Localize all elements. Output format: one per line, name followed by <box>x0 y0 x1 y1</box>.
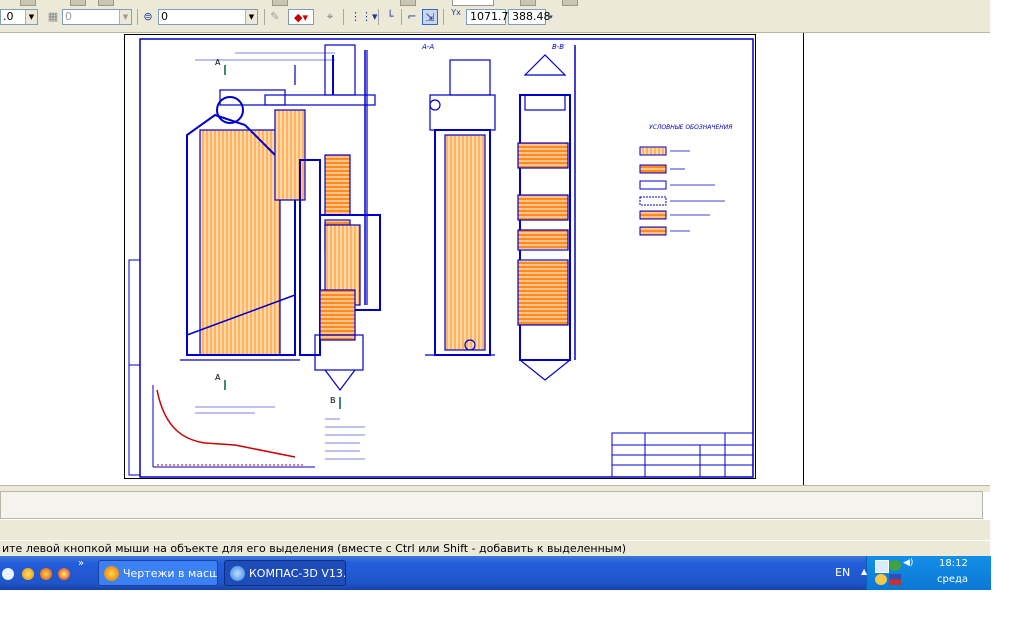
ortho-icon[interactable]: └ <box>382 9 398 25</box>
toolbar-overflow-icon[interactable]: ▾ <box>547 9 555 25</box>
flag-icon[interactable] <box>889 574 901 585</box>
task-button-drawings[interactable]: Чертежи в масш... <box>98 560 218 586</box>
color-picker-icon[interactable]: ◆▾ <box>288 9 314 25</box>
style-value: 0 <box>161 10 168 23</box>
task-button-kompas[interactable]: КОМПАС-3D V13... <box>224 560 346 586</box>
toolbar-button[interactable] <box>562 0 578 6</box>
quicklaunch-more[interactable]: » <box>78 558 84 569</box>
tray-app-icon[interactable] <box>875 574 887 585</box>
toolbar-button[interactable] <box>520 0 536 6</box>
clock-time[interactable]: 18:12 <box>939 558 968 569</box>
grid-icon[interactable]: ⋮⋮▾ <box>350 9 378 25</box>
section-bb-label: B-B <box>552 43 564 51</box>
section-mark-a-top: A <box>215 58 221 67</box>
layer-icon[interactable]: ▦ <box>45 9 61 25</box>
clock-day: среда <box>937 574 969 585</box>
filter-icon[interactable]: ⌖ <box>322 9 338 25</box>
local-cs-icon[interactable]: ⇲ <box>422 9 438 25</box>
section-aa-view: A-A <box>421 43 496 356</box>
status-icon[interactable] <box>889 560 901 571</box>
coordinate-x-field[interactable]: 1071.7 <box>466 9 509 25</box>
toolbar-button[interactable] <box>20 0 36 6</box>
start-icon[interactable] <box>2 568 14 580</box>
legend-title: УСЛОВНЫЕ ОБОЗНАЧЕНИЯ <box>649 124 732 131</box>
chevron-down-icon[interactable]: ▼ <box>119 10 131 24</box>
style-combo[interactable]: 0 ▼ <box>158 9 258 25</box>
language-indicator[interactable]: EN <box>835 566 850 579</box>
network-icon[interactable] <box>875 560 889 573</box>
firefox-icon[interactable] <box>40 568 52 580</box>
separator <box>343 9 344 25</box>
taskbar: » Чертежи в масш... КОМПАС-3D V13... EN … <box>0 556 991 590</box>
toolbar-button[interactable] <box>400 0 416 6</box>
toolbar-field[interactable] <box>452 0 494 6</box>
separator <box>264 9 265 25</box>
separator <box>378 9 379 25</box>
section-mark-a-bottom: A <box>215 373 221 382</box>
chevron-down-icon[interactable]: ▼ <box>25 10 37 24</box>
browser-icon[interactable] <box>58 568 70 580</box>
task-label: КОМПАС-3D V13... <box>249 567 346 580</box>
coordinates-icon: Yx <box>451 8 461 17</box>
snap-icon[interactable]: ⌐ <box>404 9 420 25</box>
panel-spacer <box>0 520 990 540</box>
task-label: Чертежи в масш... <box>123 567 217 580</box>
viewport-divider <box>803 33 804 485</box>
main-elevation-view <box>180 44 381 391</box>
layer-value: 0 <box>65 10 72 23</box>
toolbar-button[interactable] <box>98 0 114 6</box>
separator <box>443 9 444 25</box>
status-bar: ите левой кнопкой мыши на объекте для ег… <box>0 540 990 556</box>
kompas-icon <box>230 566 245 581</box>
separator <box>401 9 402 25</box>
line-width-value: .0 <box>3 10 14 23</box>
toolbar-button[interactable] <box>272 0 288 6</box>
drawing-sheet[interactable]: A-A B-B УСЛОВНЫЕ ОБОЗНАЧЕНИЯ A A B <box>124 34 756 479</box>
toolbar-button[interactable] <box>70 0 86 6</box>
chevron-up-icon[interactable]: ▲ <box>861 567 867 576</box>
chevron-down-icon[interactable]: ▼ <box>245 10 257 24</box>
toolbar-top-row <box>0 0 990 6</box>
section-bb-view: B-B <box>517 43 576 381</box>
line-width-combo[interactable]: .0 ▼ <box>0 9 38 25</box>
speaker-icon[interactable]: ◀) <box>903 558 913 568</box>
title-block <box>611 432 754 478</box>
section-aa-label: A-A <box>421 43 434 51</box>
separator <box>137 9 138 25</box>
boiler-drawing: A-A B-B УСЛОВНЫЕ ОБОЗНАЧЕНИЯ A A B <box>128 38 754 478</box>
coordinate-y-field[interactable]: 388.48 <box>508 9 551 25</box>
properties-panel[interactable] <box>0 491 983 519</box>
toolbar: .0 ▼ ▦ 0 ▼ ⊜ 0 ▼ ✎ ◆▾ ⌖ ⋮⋮▾ └ ⌐ ⇲ Yx 107… <box>0 0 990 33</box>
layer-combo[interactable]: 0 ▼ <box>62 9 132 25</box>
legend: УСЛОВНЫЕ ОБОЗНАЧЕНИЯ <box>639 124 732 236</box>
firefox-icon <box>104 566 119 581</box>
style-icon[interactable]: ⊜ <box>140 9 156 25</box>
quicklaunch-icon[interactable] <box>22 568 34 580</box>
system-tray: ▲ ◀) 18:12 среда <box>861 556 991 590</box>
section-mark-b: B <box>330 396 336 405</box>
edit-icon[interactable]: ✎ <box>267 9 283 25</box>
